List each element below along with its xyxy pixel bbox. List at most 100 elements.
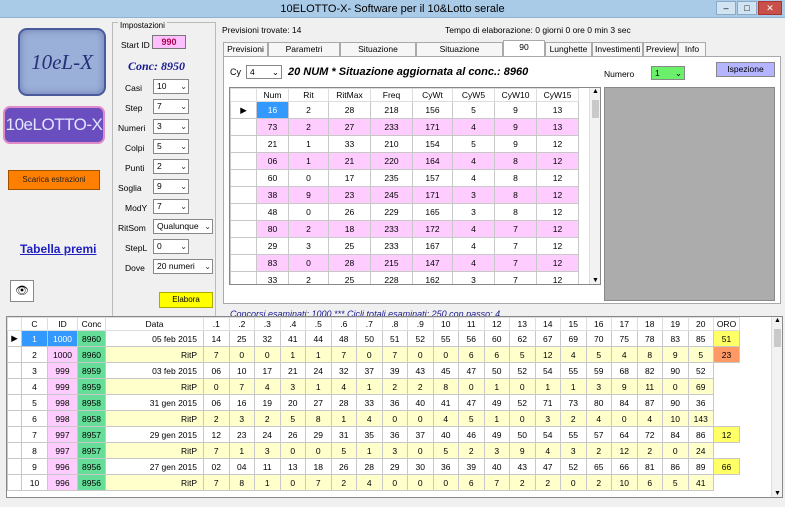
table-cell[interactable]: 7 <box>21 426 48 443</box>
table-row[interactable]: 38 9 23 245 171 3 8 12 <box>230 186 579 204</box>
table-row[interactable]: 2 1000 8960 RitP 7 0 0 1 1 7 0 7 0 0 6 6 5 12 4 5 4 8 9 5 23 <box>7 346 740 363</box>
table-cell[interactable]: 2 <box>560 410 587 427</box>
table-cell[interactable]: 43 <box>407 362 434 379</box>
table-cell[interactable]: 06 <box>203 362 230 379</box>
table-cell[interactable]: 0 <box>305 442 332 459</box>
column-header[interactable]: .7 <box>356 317 383 331</box>
table-cell[interactable]: 8 <box>494 169 537 187</box>
column-header[interactable]: CyW5 <box>452 88 495 102</box>
table-cell[interactable]: 8960 <box>77 330 106 347</box>
vertical-scrollbar[interactable]: ▲ ▼ <box>589 88 600 284</box>
table-cell[interactable]: 7 <box>494 220 537 238</box>
table-cell[interactable]: 1 <box>228 442 255 459</box>
maximize-button[interactable]: □ <box>737 1 757 15</box>
table-cell[interactable]: 06 <box>256 152 289 170</box>
table-cell[interactable]: 8 <box>432 378 459 395</box>
table-cell[interactable]: 8957 <box>77 442 106 459</box>
table-cell[interactable]: 13 <box>536 118 579 136</box>
column-header[interactable]: 20 <box>687 317 714 331</box>
table-cell[interactable]: 2 <box>458 442 485 459</box>
table-cell[interactable]: 233 <box>370 237 413 255</box>
table-cell[interactable]: 24 <box>254 426 281 443</box>
table-cell[interactable]: 5 <box>330 442 357 459</box>
table-cell[interactable]: 143 <box>687 410 714 427</box>
table-cell[interactable]: 55 <box>560 426 587 443</box>
table-cell[interactable]: 36 <box>381 394 408 411</box>
table-cell[interactable]: 67 <box>534 330 561 347</box>
scroll-up-icon[interactable]: ▲ <box>592 88 599 95</box>
table-cell[interactable]: 29 gen 2015 <box>105 426 204 443</box>
column-header[interactable]: 16 <box>585 317 612 331</box>
table-cell[interactable]: 0 <box>407 474 434 491</box>
table-cell[interactable]: 7 <box>494 237 537 255</box>
table-cell[interactable]: 84 <box>611 394 638 411</box>
table-cell[interactable]: 0 <box>458 378 485 395</box>
table-cell[interactable]: 8 <box>228 474 255 491</box>
table-cell[interactable]: 12 <box>536 135 579 153</box>
table-cell[interactable]: 36 <box>432 458 459 475</box>
table-cell[interactable]: 228 <box>370 271 413 284</box>
table-cell[interactable]: 0 <box>279 442 306 459</box>
table-cell[interactable]: 25 <box>328 271 371 284</box>
table-cell[interactable]: 1 <box>279 346 306 363</box>
table-cell[interactable]: 45 <box>432 362 459 379</box>
table-cell[interactable]: 27 gen 2015 <box>105 458 204 475</box>
table-cell[interactable]: 5 <box>458 410 485 427</box>
table-cell[interactable]: 12 <box>536 203 579 221</box>
column-header[interactable]: 12 <box>483 317 510 331</box>
table-cell[interactable]: 52 <box>509 394 536 411</box>
table-cell[interactable]: 218 <box>370 101 413 119</box>
table-cell[interactable]: 52 <box>407 330 434 347</box>
table-cell[interactable]: 0 <box>228 346 255 363</box>
eye-icon[interactable]: 👁 <box>10 280 34 302</box>
tab-lunghette[interactable]: Lunghette <box>545 42 592 57</box>
table-cell[interactable]: 25 <box>328 237 371 255</box>
table-cell[interactable]: 73 <box>256 118 289 136</box>
table-cell[interactable]: 90 <box>662 394 689 411</box>
table-cell[interactable]: 9 <box>494 118 537 136</box>
table-cell[interactable]: 24 <box>305 362 332 379</box>
table-cell[interactable]: 171 <box>412 186 453 204</box>
table-cell[interactable]: 12 <box>536 237 579 255</box>
table-cell[interactable]: 3 <box>288 237 329 255</box>
table-cell[interactable]: 3 <box>381 442 408 459</box>
table-cell[interactable]: 54 <box>534 426 561 443</box>
table-cell[interactable]: 235 <box>370 169 413 187</box>
table-cell[interactable]: 999 <box>47 362 78 379</box>
table-cell[interactable]: 1 <box>534 378 561 395</box>
table-cell[interactable]: 66 <box>611 458 638 475</box>
table-cell[interactable]: 56 <box>458 330 485 347</box>
table-cell[interactable]: 5 <box>279 410 306 427</box>
table-cell[interactable]: 0 <box>662 442 689 459</box>
table-row[interactable]: ▶ 16 2 28 218 156 5 9 13 <box>230 101 579 119</box>
table-cell[interactable]: 8959 <box>77 378 106 395</box>
table-cell[interactable]: 1 <box>21 330 48 347</box>
table-cell[interactable]: 36 <box>381 426 408 443</box>
tab-previsioni[interactable]: Previsioni <box>223 42 268 57</box>
column-header[interactable]: .3 <box>254 317 281 331</box>
table-cell[interactable]: 6 <box>483 346 510 363</box>
table-cell[interactable]: 16 <box>256 101 289 119</box>
column-header[interactable]: 10 <box>432 317 459 331</box>
table-cell[interactable]: 7 <box>483 474 510 491</box>
table-cell[interactable]: 8958 <box>77 410 106 427</box>
table-cell[interactable]: 4 <box>21 378 48 395</box>
table-cell[interactable]: 4 <box>356 410 383 427</box>
table-cell[interactable]: 9 <box>494 101 537 119</box>
table-row[interactable]: 21 1 33 210 154 5 9 12 <box>230 135 579 153</box>
table-cell[interactable]: 7 <box>228 378 255 395</box>
table-cell[interactable]: 24 <box>687 442 714 459</box>
table-cell[interactable]: 90 <box>662 362 689 379</box>
table-cell[interactable]: 10 <box>21 474 48 491</box>
table-cell[interactable]: 10 <box>228 362 255 379</box>
table-cell[interactable]: 0 <box>288 203 329 221</box>
table-cell[interactable]: 46 <box>458 426 485 443</box>
table-cell[interactable]: 41 <box>279 330 306 347</box>
table-cell[interactable]: 1 <box>288 135 329 153</box>
table-cell[interactable]: 44 <box>305 330 332 347</box>
setting-select-punti[interactable]: 2 ⌄ <box>153 159 189 174</box>
startid-field[interactable]: 990 <box>152 35 186 49</box>
table-cell[interactable]: 1 <box>483 410 510 427</box>
table-cell[interactable]: 48 <box>256 203 289 221</box>
table-cell[interactable]: 04 <box>228 458 255 475</box>
